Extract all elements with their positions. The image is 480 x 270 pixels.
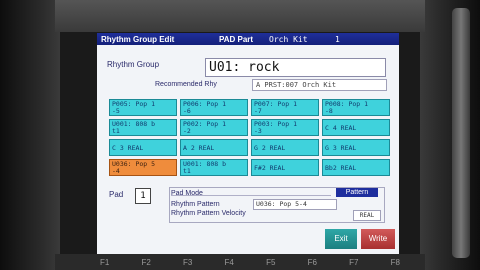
pad-button[interactable]: U001: 808 b t1 xyxy=(180,159,248,176)
device-bezel-top xyxy=(55,0,425,32)
rhythm-group-field[interactable]: U01: rock xyxy=(205,58,386,77)
f4-key[interactable]: F4 xyxy=(225,258,234,270)
f3-key[interactable]: F3 xyxy=(183,258,192,270)
function-key-labels: F1 F2 F3 F4 F5 F6 F7 F8 xyxy=(100,258,400,270)
rhythm-pattern-velocity-label: Rhythm Pattern Velocity xyxy=(171,210,246,217)
f6-key[interactable]: F6 xyxy=(308,258,317,270)
side-knob[interactable] xyxy=(452,8,470,258)
pad-button[interactable]: P003: Pop 1 -3 xyxy=(251,119,319,136)
pad-button[interactable]: A 2 REAL xyxy=(180,139,248,156)
pad-button[interactable]: G 2 REAL xyxy=(251,139,319,156)
f2-key[interactable]: F2 xyxy=(142,258,151,270)
pad-button[interactable]: G 3 REAL xyxy=(322,139,390,156)
pad-button-selected[interactable]: U036: Pop 5 -4 xyxy=(109,159,177,176)
pad-button[interactable]: C 3 REAL xyxy=(109,139,177,156)
kit-number: 1 xyxy=(335,34,340,44)
rhythm-group-label: Rhythm Group xyxy=(107,60,160,69)
pad-mode-value[interactable]: Pattern xyxy=(336,188,378,197)
f8-key[interactable]: F8 xyxy=(391,258,400,270)
recommended-rhythm-label: Recommended Rhy xyxy=(155,81,217,88)
pad-selector-label: Pad xyxy=(109,190,124,199)
pad-button[interactable]: P006: Pop 1 -6 xyxy=(180,99,248,116)
title-bar: Rhythm Group Edit PAD Part Orch Kit 1 xyxy=(97,33,399,45)
pad-button[interactable]: P007: Pop 1 -7 xyxy=(251,99,319,116)
pad-button[interactable]: F#2 REAL xyxy=(251,159,319,176)
device-bezel-left xyxy=(0,0,60,270)
exit-button[interactable]: Exit xyxy=(325,229,357,249)
lcd-screen: Rhythm Group Edit PAD Part Orch Kit 1 Rh… xyxy=(97,33,399,254)
pad-button[interactable]: U001: 808 b t1 xyxy=(109,119,177,136)
pad-button[interactable]: P008: Pop 1 -8 xyxy=(322,99,390,116)
part-label: PAD Part xyxy=(219,34,254,44)
rhythm-pattern-label: Rhythm Pattern xyxy=(171,201,220,208)
pad-selector-field[interactable]: 1 xyxy=(135,188,151,204)
recommended-rhythm-field[interactable]: A PRST:007 Orch Kit xyxy=(252,79,387,91)
f1-key[interactable]: F1 xyxy=(100,258,109,270)
screen-title: Rhythm Group Edit xyxy=(101,34,175,44)
kit-label: Orch Kit xyxy=(269,34,308,44)
f7-key[interactable]: F7 xyxy=(349,258,358,270)
device-bezel-right xyxy=(420,0,480,270)
write-button[interactable]: Write xyxy=(361,229,395,249)
pad-mode-divider xyxy=(171,195,331,196)
pad-button[interactable]: Bb2 REAL xyxy=(322,159,390,176)
pad-button[interactable]: P002: Pop 1 -2 xyxy=(180,119,248,136)
pad-button[interactable]: C 4 REAL xyxy=(322,119,390,136)
f5-key[interactable]: F5 xyxy=(266,258,275,270)
rhythm-pattern-field[interactable]: U036: Pop 5-4 xyxy=(253,199,337,210)
pad-grid: P005: Pop 1 -5 P006: Pop 1 -6 P007: Pop 1-… xyxy=(109,99,391,176)
rhythm-pattern-velocity-field[interactable]: REAL xyxy=(353,210,381,221)
pad-button[interactable]: P005: Pop 1 -5 xyxy=(109,99,177,116)
